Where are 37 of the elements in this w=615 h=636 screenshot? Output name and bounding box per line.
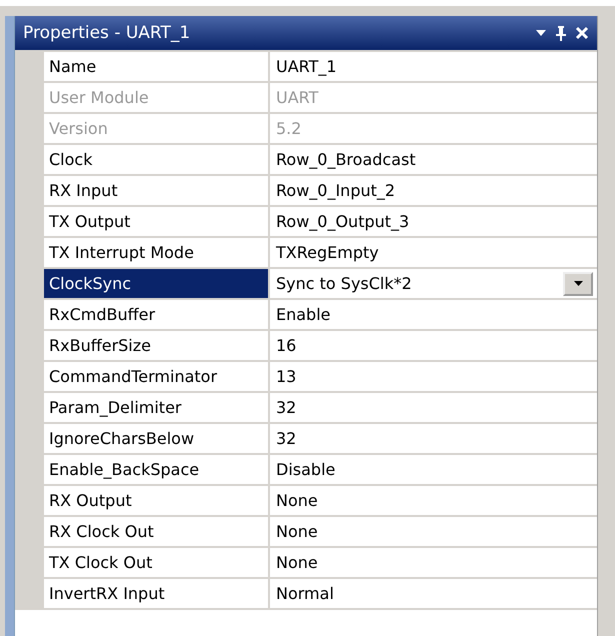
property-value[interactable]: Enable — [276, 305, 330, 324]
property-name[interactable]: Name — [44, 52, 270, 83]
property-value[interactable]: TXRegEmpty — [276, 243, 379, 262]
property-value[interactable]: None — [276, 522, 318, 541]
pin-icon[interactable] — [555, 25, 567, 41]
property-name[interactable]: IgnoreCharsBelow — [44, 424, 270, 455]
property-value[interactable]: 13 — [276, 367, 296, 386]
property-name[interactable]: Clock — [44, 145, 270, 176]
property-value[interactable]: Sync to SysClk*2 — [276, 274, 412, 293]
property-value[interactable]: 16 — [276, 336, 296, 355]
property-name[interactable]: RX Output — [44, 486, 270, 517]
property-value[interactable]: 32 — [276, 429, 296, 448]
property-name[interactable]: Enable_BackSpace — [44, 455, 270, 486]
property-name[interactable]: RX Clock Out — [44, 517, 270, 548]
property-value[interactable]: None — [276, 553, 318, 572]
property-name[interactable]: RX Input — [44, 176, 270, 207]
property-value[interactable]: Row_0_Broadcast — [276, 150, 416, 169]
property-value[interactable]: Row_0_Input_2 — [276, 181, 396, 200]
property-value[interactable]: 32 — [276, 398, 296, 417]
caret-icon — [574, 281, 582, 286]
property-name[interactable]: Param_Delimiter — [44, 393, 270, 424]
property-value[interactable]: Row_0_Output_3 — [276, 212, 410, 231]
dropdown-icon[interactable] — [535, 29, 547, 37]
property-value[interactable]: None — [276, 491, 318, 510]
property-name[interactable]: TX Output — [44, 207, 270, 238]
property-name[interactable]: RxCmdBuffer — [44, 300, 270, 331]
property-name[interactable]: InvertRX Input — [44, 579, 270, 610]
window-title: Properties - UART_1 — [23, 23, 190, 43]
close-icon[interactable] — [575, 26, 589, 40]
property-name[interactable]: CommandTerminator — [44, 362, 270, 393]
property-name[interactable]: TX Clock Out — [44, 548, 270, 579]
property-name[interactable]: RxBufferSize — [44, 331, 270, 362]
property-name[interactable]: ClockSync — [44, 269, 270, 300]
property-value[interactable]: Disable — [276, 460, 336, 479]
dropdown-button[interactable] — [563, 272, 593, 296]
property-value[interactable]: UART_1 — [276, 57, 337, 76]
property-value[interactable]: Normal — [276, 584, 334, 603]
